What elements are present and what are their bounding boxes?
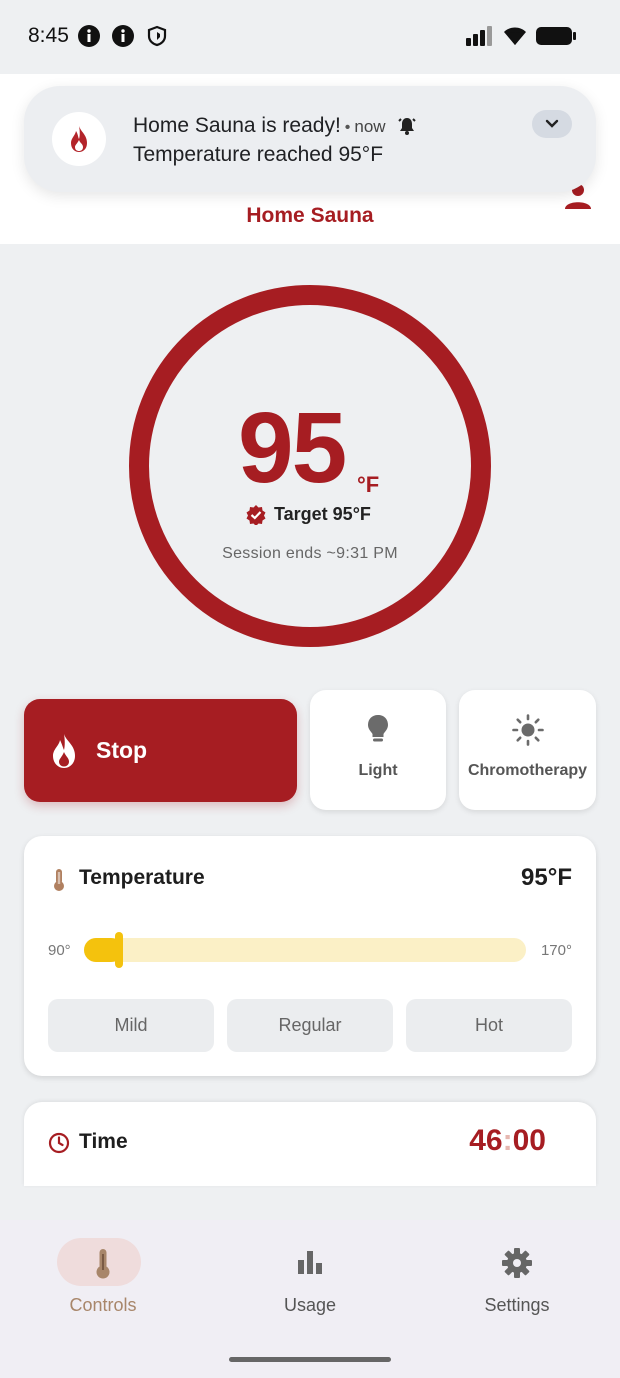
slider-max-label: 170° [540,942,572,959]
thermometer-icon [96,1249,110,1279]
time-card[interactable]: Time 46:00 [24,1102,596,1186]
clock-icon [48,1132,70,1154]
status-bar: 8:45 [0,0,620,74]
temperature-slider[interactable] [84,932,526,968]
time-minutes: 46 [469,1124,503,1157]
notification-title: Home Sauna is ready! [133,114,341,137]
flame-icon [53,734,75,768]
stop-label: Stop [96,737,148,763]
chromotherapy-button[interactable]: Chromotherapy [459,690,596,810]
light-button[interactable]: Light [310,690,446,810]
time-value: 46:00 [469,1124,546,1158]
bell-icon [398,118,417,136]
signal-icon [466,26,492,46]
bar-chart-icon [298,1251,322,1274]
info-icon [78,25,100,47]
preset-hot-button[interactable]: Hot [406,999,572,1052]
nav-label-usage: Usage [283,1295,337,1315]
notification-banner[interactable]: Home Sauna is ready! • now Temperature rea… [24,86,596,192]
lightbulb-icon [368,715,388,742]
target-temperature: Target 95°F [274,504,371,524]
thermometer-icon [54,869,64,891]
chevron-down-icon [545,119,559,128]
session-end-text: Session ends ~9:31 PM [222,545,398,562]
status-time: 8:45 [28,24,69,47]
nav-item-settings[interactable]: Settings [414,1220,620,1330]
wifi-icon [504,27,526,45]
temperature-title: Temperature [79,866,205,889]
info-icon [112,25,134,47]
app-avatar [52,112,106,166]
notification-time: now [354,117,386,136]
preset-mild-button[interactable]: Mild [48,999,214,1052]
time-title: Time [79,1130,128,1153]
temperature-value: 95°F [521,864,572,891]
expand-button[interactable] [532,110,572,138]
stop-button[interactable]: Stop [24,699,297,802]
nav-label-controls: Controls [69,1295,137,1315]
chromotherapy-label: Chromotherapy [467,762,588,779]
nav-item-controls[interactable]: Controls [0,1220,206,1330]
bottom-navigation: Controls Usage Settings [0,1220,620,1378]
notification-body: Temperature reached 95°F [133,143,384,166]
temperature-card: Temperature 95°F 90° 170° Mild Regular H… [24,836,596,1076]
separator-dot: • [344,119,351,136]
nav-label-settings: Settings [484,1295,550,1315]
temperature-unit: °F [357,472,380,497]
light-label: Light [358,762,398,779]
gear-icon [502,1248,532,1278]
shield-icon [147,25,167,47]
current-temperature: 95 [238,392,347,504]
home-indicator[interactable] [229,1357,391,1362]
sun-icon [511,714,544,746]
preset-regular-button[interactable]: Regular [227,999,393,1052]
time-separator: : [502,1124,513,1157]
slider-min-label: 90° [48,942,71,959]
battery-icon [536,27,576,45]
nav-item-usage[interactable]: Usage [207,1220,413,1330]
slider-thumb[interactable] [114,932,123,968]
flame-icon [71,126,87,152]
time-seconds: 00 [512,1124,546,1157]
page-title: Home Sauna [246,204,374,227]
verified-icon [246,505,266,525]
